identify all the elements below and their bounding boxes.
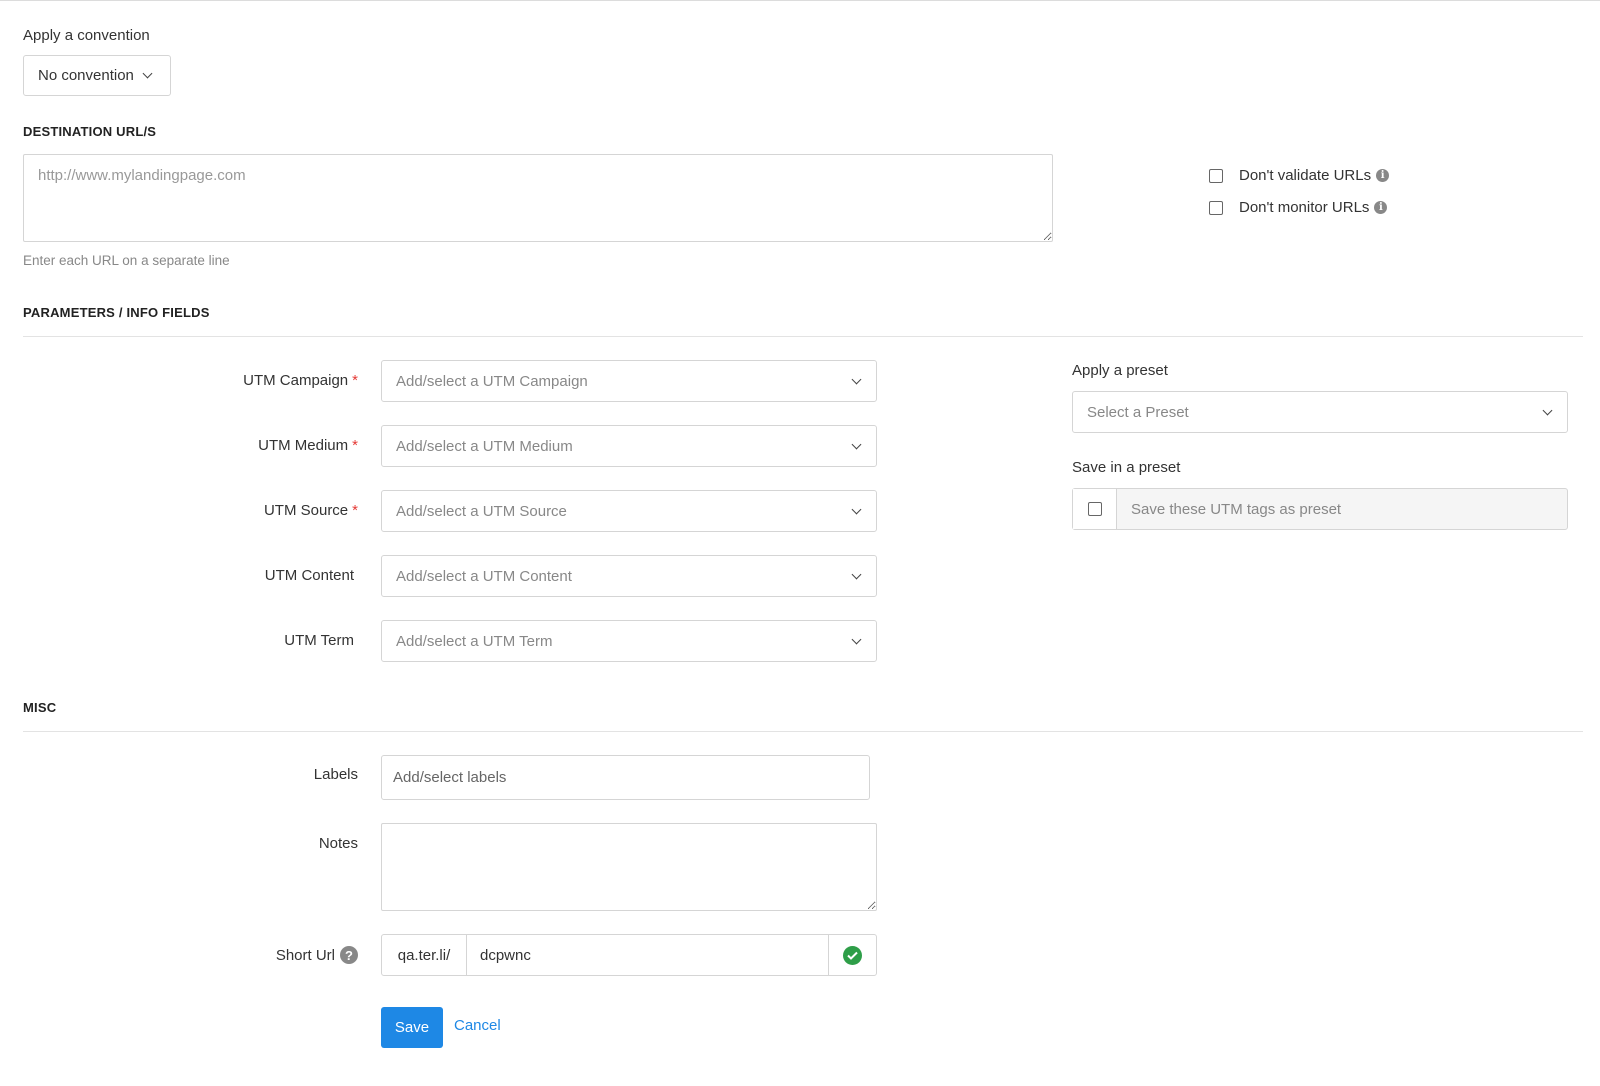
labels-label: Labels bbox=[313, 766, 358, 783]
utm-source-placeholder: Add/select a UTM Source bbox=[396, 502, 567, 520]
dont-monitor-urls-option[interactable]: Don't monitor URLs i bbox=[1209, 199, 1388, 216]
info-icon[interactable]: i bbox=[1374, 201, 1388, 214]
utm-content-label: UTM Content bbox=[264, 567, 354, 584]
dont-monitor-urls-checkbox[interactable] bbox=[1209, 200, 1223, 215]
short-url-prefix: qa.ter.li/ bbox=[382, 935, 467, 975]
utm-campaign-placeholder: Add/select a UTM Campaign bbox=[396, 372, 588, 390]
utm-medium-select[interactable]: Add/select a UTM Medium bbox=[381, 425, 877, 467]
short-url-label: Short Url ? bbox=[158, 946, 358, 964]
labels-input[interactable]: Add/select labels bbox=[381, 755, 870, 800]
utm-campaign-select[interactable]: Add/select a UTM Campaign bbox=[381, 360, 877, 402]
chevron-down-icon bbox=[851, 374, 862, 384]
utm-source-label: UTM Source * bbox=[263, 502, 358, 519]
destination-section-title: DESTINATION URL/S bbox=[23, 124, 157, 139]
destination-url-input[interactable] bbox=[23, 154, 1053, 242]
destination-help-text: Enter each URL on a separate line bbox=[23, 253, 230, 268]
chevron-down-icon bbox=[851, 504, 862, 514]
parameters-section-title: PARAMETERS / INFO FIELDS bbox=[23, 305, 210, 320]
dont-monitor-urls-label: Don't monitor URLs bbox=[1239, 199, 1370, 216]
top-divider bbox=[0, 0, 1600, 1]
utm-content-select[interactable]: Add/select a UTM Content bbox=[381, 555, 877, 597]
utm-term-select[interactable]: Add/select a UTM Term bbox=[381, 620, 877, 662]
convention-button-label: No convention bbox=[38, 67, 134, 84]
dont-validate-urls-checkbox[interactable] bbox=[1209, 168, 1223, 183]
utm-term-placeholder: Add/select a UTM Term bbox=[396, 632, 553, 650]
utm-medium-placeholder: Add/select a UTM Medium bbox=[396, 437, 573, 455]
required-marker: * bbox=[352, 502, 358, 519]
parameters-divider bbox=[23, 336, 1583, 337]
notes-textarea[interactable] bbox=[381, 823, 877, 911]
chevron-down-icon bbox=[142, 68, 153, 79]
save-preset-checkbox-wrap[interactable] bbox=[1073, 489, 1117, 529]
dont-validate-urls-label: Don't validate URLs bbox=[1239, 167, 1372, 184]
chevron-down-icon bbox=[1542, 405, 1553, 415]
save-preset-group: Save these UTM tags as preset bbox=[1072, 488, 1568, 530]
utm-term-label: UTM Term bbox=[284, 632, 354, 649]
dont-validate-urls-option[interactable]: Don't validate URLs i bbox=[1209, 167, 1390, 184]
chevron-down-icon bbox=[851, 634, 862, 644]
question-icon[interactable]: ? bbox=[340, 946, 358, 964]
chevron-down-icon bbox=[851, 569, 862, 579]
apply-preset-label: Apply a preset bbox=[1072, 362, 1168, 379]
convention-label: Apply a convention bbox=[23, 27, 150, 44]
utm-content-placeholder: Add/select a UTM Content bbox=[396, 567, 572, 585]
short-url-input[interactable]: dcpwnc bbox=[467, 935, 828, 975]
save-preset-label: Save in a preset bbox=[1072, 459, 1181, 476]
convention-dropdown-button[interactable]: No convention bbox=[23, 55, 171, 96]
required-marker: * bbox=[352, 372, 358, 389]
short-url-status bbox=[828, 935, 876, 975]
misc-divider bbox=[23, 731, 1583, 732]
misc-section-title: MISC bbox=[23, 700, 57, 715]
cancel-link[interactable]: Cancel bbox=[454, 1017, 501, 1034]
notes-label: Notes bbox=[318, 835, 358, 852]
info-icon[interactable]: i bbox=[1376, 169, 1390, 182]
check-circle-icon bbox=[843, 945, 862, 965]
utm-source-select[interactable]: Add/select a UTM Source bbox=[381, 490, 877, 532]
utm-medium-label: UTM Medium * bbox=[258, 437, 358, 454]
utm-campaign-label: UTM Campaign * bbox=[243, 372, 358, 389]
short-url-group: qa.ter.li/ dcpwnc bbox=[381, 934, 877, 976]
required-marker: * bbox=[352, 437, 358, 454]
chevron-down-icon bbox=[851, 439, 862, 449]
save-preset-checkbox[interactable] bbox=[1087, 502, 1102, 516]
save-preset-input[interactable]: Save these UTM tags as preset bbox=[1117, 489, 1341, 529]
preset-select[interactable]: Select a Preset bbox=[1072, 391, 1568, 433]
save-button[interactable]: Save bbox=[381, 1007, 443, 1048]
preset-select-placeholder: Select a Preset bbox=[1087, 403, 1189, 421]
